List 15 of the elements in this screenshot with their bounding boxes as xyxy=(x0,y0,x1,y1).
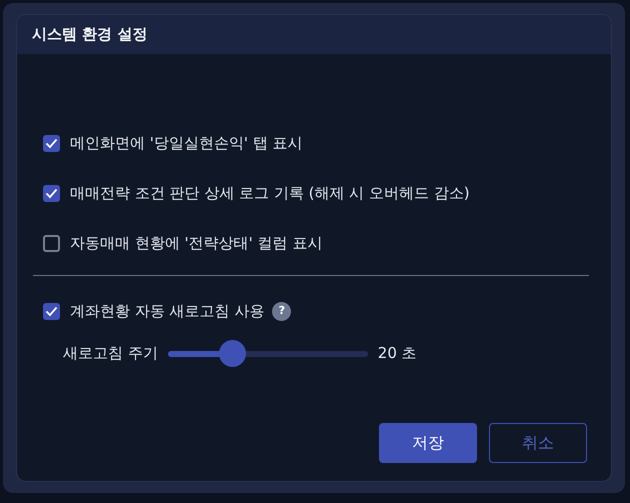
slider-thumb[interactable] xyxy=(218,340,246,367)
checkbox[interactable] xyxy=(43,234,60,252)
checkbox[interactable] xyxy=(43,302,60,320)
checkbox-label: 메인화면에 '당일실현손익' 탭 표시 xyxy=(70,132,303,154)
checkbox[interactable] xyxy=(43,184,60,202)
help-icon[interactable]: ? xyxy=(272,302,292,320)
slider-value: 20 초 xyxy=(378,343,417,364)
cancel-button[interactable]: 취소 xyxy=(489,423,587,463)
checkbox-label: 계좌현황 자동 새로고침 사용 xyxy=(70,300,264,322)
slider-label: 새로고침 주기 xyxy=(63,343,158,364)
dialog-title: 시스템 환경 설정 xyxy=(32,24,148,46)
checkbox[interactable] xyxy=(43,134,60,152)
save-button[interactable]: 저장 xyxy=(379,423,477,463)
checkbox-label: 매매전략 조건 판단 상세 로그 기록 (해제 시 오버헤드 감소) xyxy=(70,182,470,204)
checkbox-label: 자동매매 현황에 '전략상태' 컬럼 표시 xyxy=(70,232,322,254)
